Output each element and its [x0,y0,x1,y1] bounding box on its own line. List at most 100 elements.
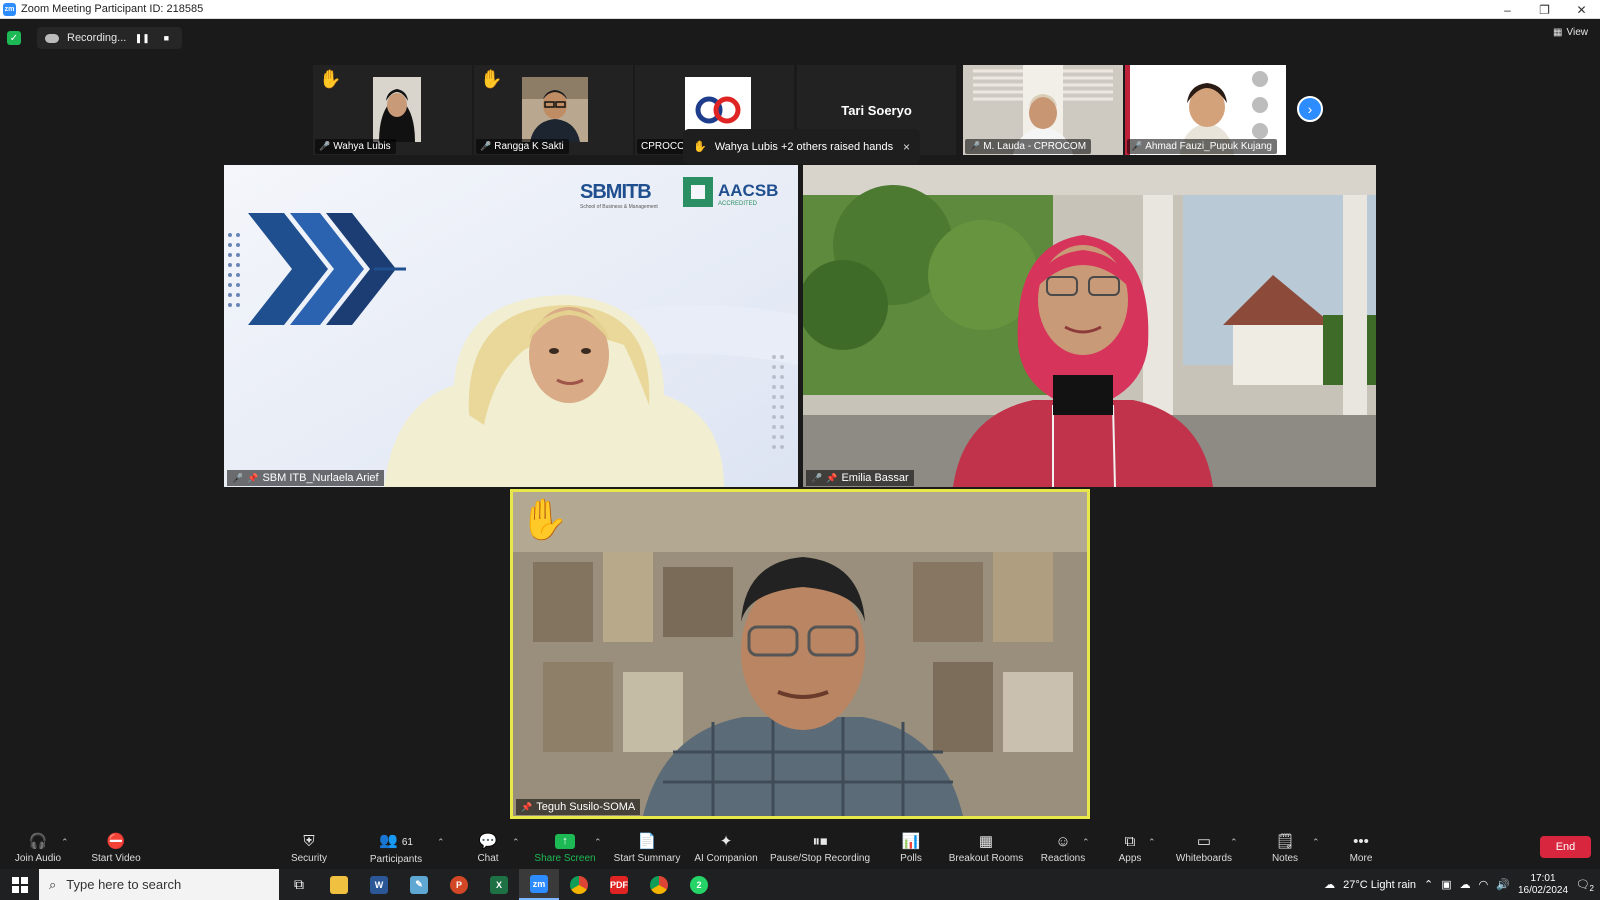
ai-companion-button[interactable]: ✦ AI Companion [694,829,758,869]
pause-stop-recording-button[interactable]: ⏸⏹ Pause/Stop Recording [770,829,870,869]
close-window-button[interactable]: ✕ [1563,0,1600,19]
participants-caret-icon[interactable]: ⌃ [437,837,445,848]
participant-name-center: Tari Soeryo [841,102,912,118]
start-video-label: Start Video [91,853,141,864]
whatsapp-icon[interactable]: 2 [679,869,719,900]
notes-caret-icon[interactable]: ⌃ [1312,837,1320,848]
notepad-icon[interactable]: ✎ [399,869,439,900]
share-caret-icon[interactable]: ⌃ [594,837,602,848]
excel-icon[interactable]: X [479,869,519,900]
video-feed [224,165,798,487]
wifi-icon[interactable]: ◠ [1479,878,1489,891]
participants-button[interactable]: 👥 61 Participants [368,829,424,869]
strip-tile-m-lauda[interactable]: 🎤 M. Lauda - CPROCOM [963,65,1123,155]
stop-recording-button[interactable]: ■ [158,33,174,43]
video-tile-emilia-bassar[interactable]: 🎤 📌 Emilia Bassar [803,165,1376,487]
task-view-icon[interactable]: ⧉ [279,869,319,900]
participant-name: Wahya Lubis [333,141,391,152]
participant-name: Emilia Bassar [841,472,909,484]
reactions-label: Reactions [1040,853,1086,864]
participants-count: 61 [401,837,413,848]
participant-name-tag: 🎤 Rangga K Sakti [476,139,569,154]
file-explorer-icon[interactable] [319,869,359,900]
taskbar-clock[interactable]: 17:01 16/02/2024 [1518,873,1568,897]
view-label: View [1566,27,1589,38]
share-screen-button[interactable]: ↑ Share Screen [534,829,596,869]
whiteboards-caret-icon[interactable]: ⌃ [1230,837,1238,848]
zoom-taskbar-icon[interactable]: zm [519,869,559,900]
restore-button[interactable]: ❐ [1526,0,1563,19]
meet-now-icon[interactable]: ▣ [1441,878,1451,891]
whiteboard-icon: ▭ [1196,833,1212,850]
headphones-icon: 🎧 [28,833,48,850]
more-button[interactable]: ••• More [1346,829,1376,869]
smiley-icon: ☺ [1055,833,1071,850]
weather-icon: ☁ [1324,879,1336,891]
apps-button[interactable]: ⧉ Apps [1116,829,1144,869]
aacsb-logo: AACSB ACCREDITED [718,181,778,207]
close-toast-button[interactable]: × [903,140,910,154]
breakout-rooms-button[interactable]: ▦ Breakout Rooms [948,829,1024,869]
aacsb-logo-subtitle: ACCREDITED [718,201,758,207]
sparkle-icon: ✦ [719,833,733,850]
show-hidden-icons-icon[interactable]: ⌃ [1424,878,1433,891]
strip-tile-wahya-lubis[interactable]: ✋ 🎤 Wahya Lubis [313,65,472,155]
powerpoint-icon[interactable]: P [439,869,479,900]
view-button[interactable]: ▦ View [1553,27,1588,38]
participant-name-tag: 🎤 Ahmad Fauzi_Pupuk Kujang [1127,139,1277,154]
chrome-icon[interactable] [559,869,599,900]
volume-icon[interactable]: 🔊 [1496,878,1510,891]
zoom-taskbar-badge: zm [530,874,548,893]
strip-tile-rangga-k-sakti[interactable]: ✋ 🎤 Rangga K Sakti [474,65,633,155]
whiteboards-button[interactable]: ▭ Whiteboards [1174,829,1234,869]
polls-button[interactable]: 📊 Polls [898,829,924,869]
breakout-rooms-label: Breakout Rooms [948,853,1024,864]
clock-time: 17:01 [1530,872,1556,884]
minimize-button[interactable]: – [1489,0,1526,19]
reactions-button[interactable]: ☺ Reactions [1040,829,1086,869]
mic-muted-icon: 🎤 [811,472,823,483]
audio-options-caret-icon[interactable]: ⌃ [61,837,69,848]
zoom-app-icon: zm [3,2,16,16]
pdf-reader-icon[interactable]: PDF [599,869,639,900]
pause-recording-button[interactable]: ❚❚ [134,33,150,44]
security-label: Security [290,853,328,864]
participant-name-tag: 🎤 📌 Emilia Bassar [806,470,914,486]
chrome-profile-icon[interactable] [639,869,679,900]
raised-hands-toast[interactable]: ✋ Wahya Lubis +2 others raised hands × [683,129,920,164]
participant-name: M. Lauda - CPROCOM [983,141,1087,152]
windows-logo-icon [11,876,28,893]
end-meeting-button[interactable]: End [1540,836,1591,858]
window-controls: – ❐ ✕ [1489,0,1600,19]
windows-taskbar: ⌕ Type here to search ⧉ W ✎ P X zm PDF 2… [0,869,1600,900]
participants-icon: 👥 61 [379,832,413,849]
taskbar-search-input[interactable]: ⌕ Type here to search [39,869,279,900]
security-button[interactable]: ⛨ Security [286,829,332,869]
next-page-arrow-icon[interactable]: › [1297,96,1323,122]
participant-name: Teguh Susilo-SOMA [536,801,636,813]
apps-icon: ⧉ [1124,833,1136,850]
windows-start-button[interactable] [0,869,39,900]
notes-button[interactable]: 🗒 Notes [1270,829,1300,869]
raised-hand-icon: ✋ [480,69,503,89]
start-summary-button[interactable]: 📄 Start Summary [612,829,682,869]
chat-button[interactable]: 💬 Chat [470,829,506,869]
whiteboards-label: Whiteboards [1175,853,1233,864]
strip-tile-ahmad-fauzi[interactable]: 🎤 Ahmad Fauzi_Pupuk Kujang [1125,65,1286,155]
apps-label: Apps [1118,853,1142,864]
onedrive-icon[interactable]: ☁ [1460,878,1471,891]
ai-companion-label: AI Companion [694,853,758,864]
notification-center-icon[interactable]: 🗨 2 [1576,878,1594,893]
mic-muted-icon: 🎤 [969,141,981,151]
encryption-shield-icon[interactable]: ✓ [7,31,21,45]
join-audio-button[interactable]: 🎧 Join Audio [12,829,64,869]
weather-text[interactable]: 27°C Light rain [1343,879,1416,891]
reactions-caret-icon[interactable]: ⌃ [1082,837,1090,848]
start-video-button[interactable]: ⛔ Start Video [88,829,144,869]
video-tile-teguh-susilo[interactable]: ✋ 📌 Teguh Susilo-SOMA [510,489,1090,819]
video-tile-nurlaela-arief[interactable]: SBMITB School of Business & Management A… [224,165,798,487]
chat-caret-icon[interactable]: ⌃ [512,837,520,848]
apps-caret-icon[interactable]: ⌃ [1148,837,1156,848]
pin-icon: 📌 [247,472,259,483]
word-icon[interactable]: W [359,869,399,900]
